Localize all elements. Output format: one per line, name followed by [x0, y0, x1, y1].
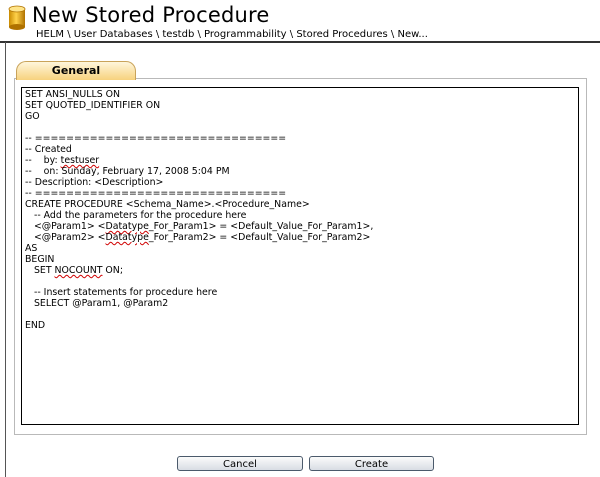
code-text: SET ANSI_NULLS ON	[25, 89, 121, 100]
code-line: SET ANSI_NULLS ON	[25, 89, 575, 100]
code-line: END	[25, 320, 575, 331]
code-line: -- ================================	[25, 188, 575, 199]
code-text: END	[25, 320, 46, 331]
code-text: SET	[25, 265, 55, 276]
code-text: CREATE PROCEDURE <Schema_Name>.<Procedur…	[25, 199, 310, 210]
code-text: -- ================================	[25, 133, 287, 144]
code-line: BEGIN	[25, 254, 575, 265]
tab-general[interactable]: General	[16, 61, 136, 80]
code-text: -- by:	[25, 155, 61, 166]
code-line: CREATE PROCEDURE <Schema_Name>.<Procedur…	[25, 199, 575, 210]
code-line: -- by: testuser	[25, 155, 575, 166]
code-line: -- Add the parameters for the procedure …	[25, 210, 575, 221]
page-header: New Stored Procedure HELM \ User Databas…	[0, 0, 600, 42]
code-text: AS	[25, 243, 38, 254]
code-text: ON;	[102, 265, 123, 276]
code-text: -- Created	[25, 144, 72, 155]
spellcheck-word: NOCOUNT	[54, 265, 103, 276]
sql-editor[interactable]: SET ANSI_NULLS ON SET QUOTED_IDENTIFIER O…	[21, 87, 579, 425]
spellcheck-word: testuser	[60, 155, 100, 166]
create-button[interactable]: Create	[309, 456, 434, 471]
code-text: -- Insert statements for procedure here	[25, 287, 218, 298]
code-text: BEGIN	[25, 254, 55, 265]
header-divider	[0, 41, 600, 43]
code-text: -- on: Sunday, February 17, 2008 5:04 PM	[25, 166, 230, 177]
code-text: _For_Param2> = <Default_Value_For_Param2…	[148, 232, 371, 243]
code-line: -- ================================	[25, 133, 575, 144]
code-text: SET QUOTED_IDENTIFIER ON	[25, 100, 161, 111]
code-text: -- Description: <Description>	[25, 177, 164, 188]
code-text: <@Param1> <	[25, 221, 106, 232]
spellcheck-word: Datatype	[105, 232, 149, 243]
code-line: GO	[25, 111, 575, 122]
left-border	[5, 42, 6, 477]
code-line: -- Insert statements for procedure here	[25, 287, 575, 298]
cancel-button[interactable]: Cancel	[177, 456, 303, 471]
code-text: -- Add the parameters for the procedure …	[25, 210, 247, 221]
spellcheck-word: Datatype	[105, 221, 149, 232]
page-title: New Stored Procedure	[32, 3, 270, 27]
code-line: SET NOCOUNT ON;	[25, 265, 575, 276]
code-line: -- on: Sunday, February 17, 2008 5:04 PM	[25, 166, 575, 177]
code-text: <@Param2> <	[25, 232, 106, 243]
code-line: <@Param2> <Datatype_For_Param2> = <Defau…	[25, 232, 575, 243]
code-line: SELECT @Param1, @Param2	[25, 298, 575, 309]
code-line: <@Param1> <Datatype_For_Param1> = <Defau…	[25, 221, 575, 232]
database-icon	[8, 5, 26, 30]
code-text: SELECT @Param1, @Param2	[25, 298, 169, 309]
code-line: SET QUOTED_IDENTIFIER ON	[25, 100, 575, 111]
code-line: AS	[25, 243, 575, 254]
code-text: -- ================================	[25, 188, 287, 199]
code-line: -- Created	[25, 144, 575, 155]
code-text: GO	[25, 111, 40, 122]
code-text: _For_Param1> = <Default_Value_For_Param1…	[148, 221, 374, 232]
code-line: -- Description: <Description>	[25, 177, 575, 188]
breadcrumb: HELM \ User Databases \ testdb \ Program…	[36, 29, 428, 40]
